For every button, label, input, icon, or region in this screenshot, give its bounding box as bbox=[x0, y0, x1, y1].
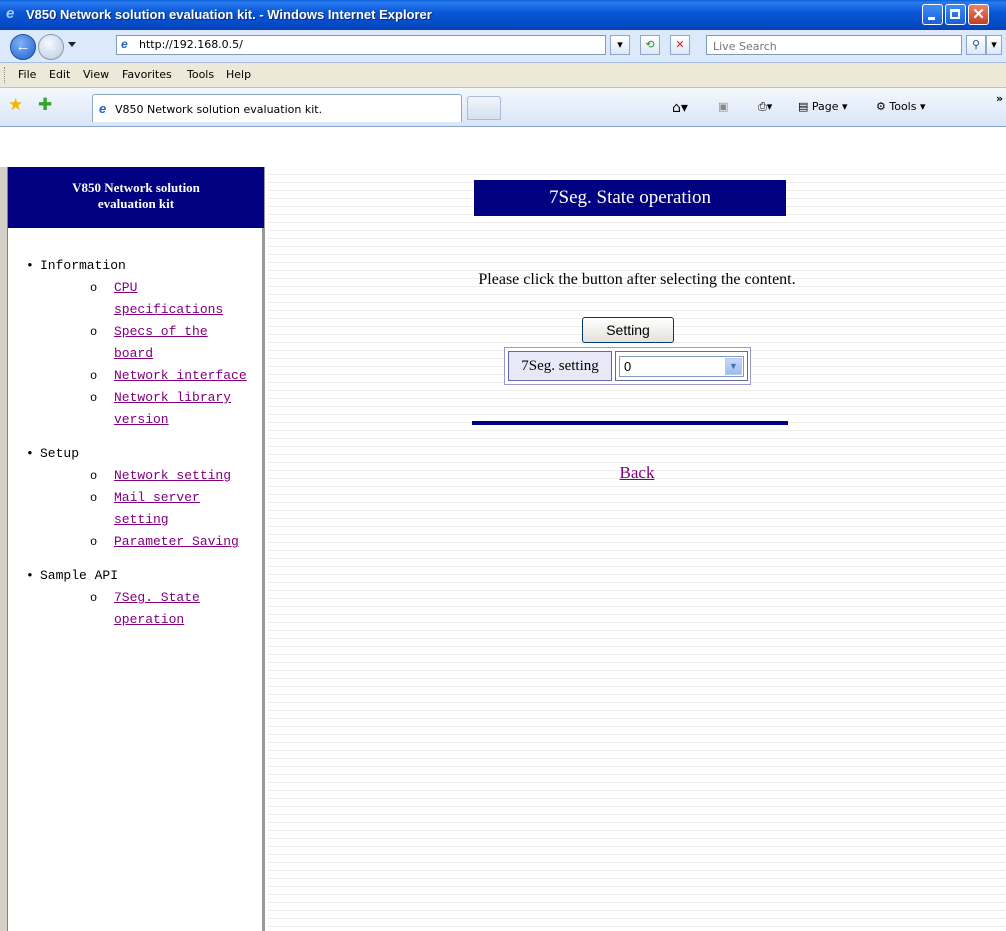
nav-link-network-setting[interactable]: Network setting bbox=[114, 465, 231, 487]
sidebar-title: V850 Network solution evaluation kit bbox=[8, 167, 264, 228]
window-title: V850 Network solution evaluation kit. - … bbox=[26, 7, 432, 22]
back-button[interactable]: ← bbox=[10, 34, 36, 60]
divider bbox=[472, 421, 788, 425]
nav-link-parameter-saving[interactable]: Parameter Saving bbox=[114, 531, 239, 553]
search-options-button[interactable]: ▾ bbox=[986, 35, 1002, 55]
minimize-button[interactable] bbox=[922, 4, 943, 25]
7seg-value-select[interactable]: 0 ▼ bbox=[619, 356, 744, 377]
nav-link-mail-server-setting[interactable]: Mail server setting bbox=[114, 487, 254, 531]
tools-menu-button[interactable]: ⚙ Tools ▾ bbox=[876, 100, 926, 113]
nav-link-7seg-state-operation[interactable]: 7Seg. State operation bbox=[114, 587, 254, 631]
chevron-down-icon: ▾ bbox=[991, 39, 997, 51]
page-menu-label: Page bbox=[811, 100, 839, 113]
chevron-down-icon[interactable]: ▼ bbox=[725, 358, 742, 375]
tab-toolbar: ★ ✚ e V850 Network solution evaluation k… bbox=[0, 88, 1006, 127]
address-url[interactable]: http://192.168.0.5/ bbox=[139, 38, 243, 51]
menu-edit[interactable]: Edit bbox=[49, 68, 70, 81]
stop-button[interactable]: ✕ bbox=[670, 35, 690, 55]
sidebar-title-line2: evaluation kit bbox=[97, 196, 175, 211]
nav-link-network-interface[interactable]: Network interface bbox=[114, 365, 247, 387]
address-dropdown-button[interactable]: ▾ bbox=[610, 35, 630, 55]
search-button[interactable]: ⚲ bbox=[966, 35, 986, 55]
page-title: 7Seg. State operation bbox=[474, 180, 786, 216]
tools-menu-label: Tools bbox=[889, 100, 917, 113]
ie-logo-icon: e bbox=[6, 5, 15, 22]
search-box[interactable] bbox=[706, 35, 962, 55]
page-icon: e bbox=[121, 37, 128, 51]
menu-help[interactable]: Help bbox=[226, 68, 251, 81]
nav-link-specs-of-board[interactable]: Specs of the board bbox=[114, 321, 254, 365]
address-toolbar: ← → e http://192.168.0.5/ ▾ ⟲ ✕ ⚲ ▾ bbox=[0, 30, 1006, 63]
setting-button[interactable]: Setting bbox=[582, 317, 674, 343]
new-tab-button[interactable] bbox=[467, 96, 501, 120]
nav-link-network-library-version[interactable]: Network library version bbox=[114, 387, 254, 431]
menu-favorites[interactable]: Favorites bbox=[122, 68, 172, 81]
setting-label: 7Seg. setting bbox=[508, 351, 612, 381]
page-menu-button[interactable]: ▤ Page ▾ bbox=[798, 100, 848, 113]
main-frame: 7Seg. State operation Please click the b… bbox=[268, 167, 1006, 931]
page-icon: e bbox=[99, 101, 107, 116]
nav-link-cpu-specifications[interactable]: CPU specifications bbox=[114, 277, 254, 321]
tab-label: V850 Network solution evaluation kit. bbox=[115, 103, 323, 116]
window-titlebar: e V850 Network solution evaluation kit. … bbox=[0, 0, 1006, 30]
frame-border bbox=[0, 167, 8, 931]
chevron-down-icon: ▾ bbox=[617, 39, 623, 51]
setting-cell: 0 ▼ bbox=[615, 351, 748, 381]
nav-section-title: Setup bbox=[40, 446, 80, 461]
address-bar[interactable]: e http://192.168.0.5/ bbox=[116, 35, 606, 55]
tab-current[interactable]: e V850 Network solution evaluation kit. bbox=[92, 94, 462, 122]
search-input[interactable] bbox=[711, 37, 955, 55]
menu-file[interactable]: File bbox=[18, 68, 36, 81]
nav-section-title: Information bbox=[40, 258, 126, 273]
toolbar-grip bbox=[4, 67, 7, 83]
refresh-button[interactable]: ⟲ bbox=[640, 35, 660, 55]
menu-view[interactable]: View bbox=[83, 68, 109, 81]
recent-pages-dropdown-icon[interactable] bbox=[68, 42, 76, 47]
close-icon: ✕ bbox=[972, 6, 985, 23]
menu-bar: File Edit View Favorites Tools Help bbox=[0, 63, 1006, 88]
feeds-icon[interactable]: ▣ bbox=[718, 100, 728, 113]
refresh-icon: ⟲ bbox=[645, 39, 655, 51]
close-button[interactable]: ✕ bbox=[968, 4, 989, 25]
instruction-text: Please click the button after selecting … bbox=[478, 271, 796, 288]
add-favorite-icon[interactable]: ✚ bbox=[38, 95, 52, 115]
select-value: 0 bbox=[624, 359, 632, 374]
forward-button[interactable]: → bbox=[38, 34, 64, 60]
menu-tools[interactable]: Tools bbox=[187, 68, 214, 81]
maximize-button[interactable] bbox=[945, 4, 966, 25]
print-icon[interactable]: ⎙▾ bbox=[758, 100, 772, 114]
nav-section-title: Sample API bbox=[40, 568, 119, 583]
back-link[interactable]: Back bbox=[620, 463, 655, 482]
favorites-star-icon[interactable]: ★ bbox=[8, 95, 23, 115]
search-icon: ⚲ bbox=[971, 39, 981, 51]
stop-icon: ✕ bbox=[675, 39, 685, 51]
home-icon[interactable]: ⌂▾ bbox=[672, 100, 688, 116]
chevron-more-icon[interactable]: » bbox=[996, 92, 1003, 105]
sidebar-title-line1: V850 Network solution bbox=[72, 180, 200, 195]
setting-table: 7Seg. setting 0 ▼ bbox=[504, 347, 751, 385]
